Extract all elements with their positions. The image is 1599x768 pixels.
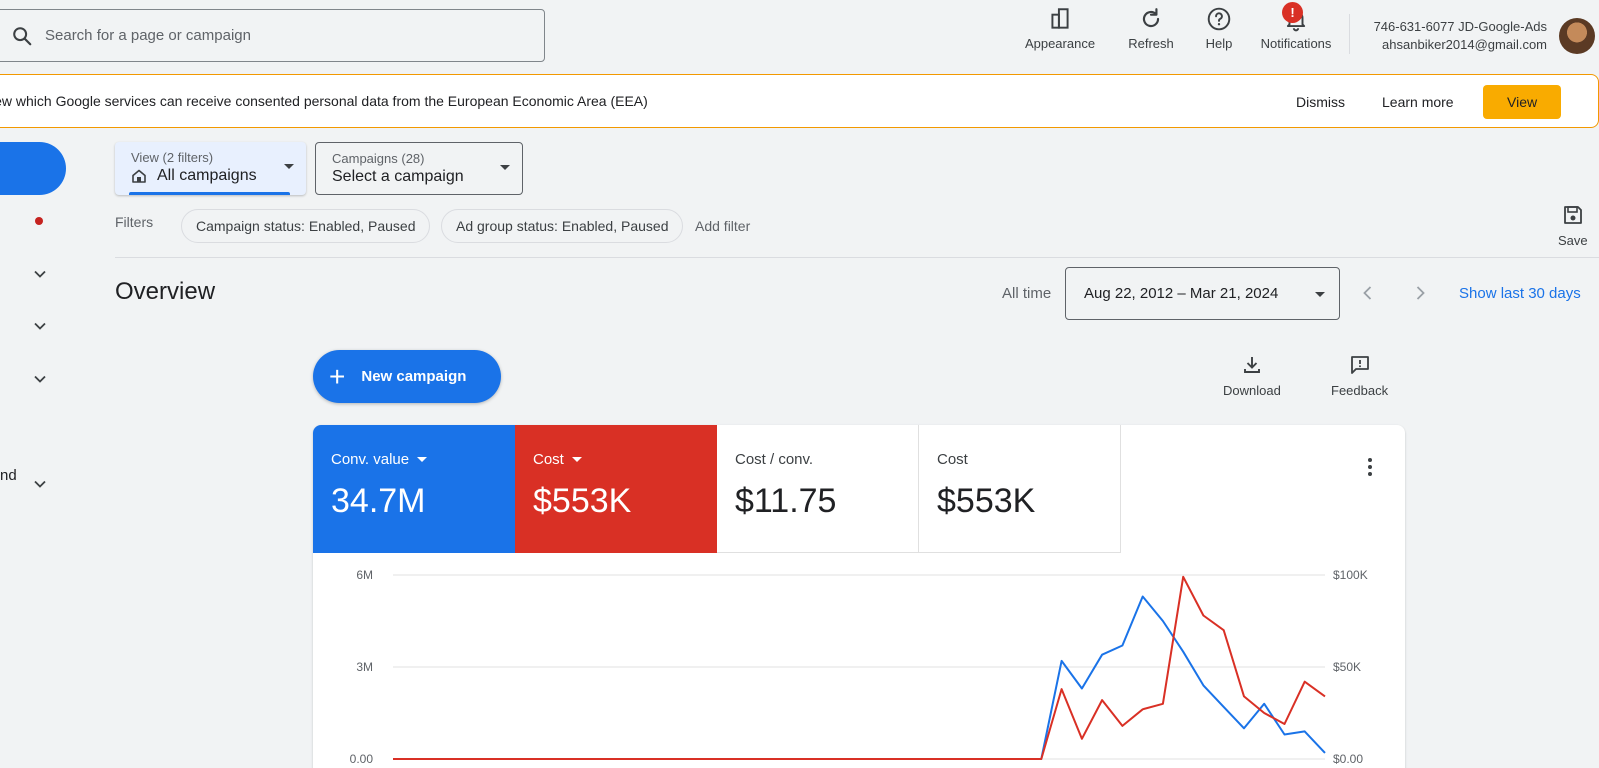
header-divider [1349, 14, 1350, 54]
y-right-tick-label: $50K [1333, 660, 1361, 674]
y-right-tick-label: $0.00 [1333, 752, 1363, 766]
plus-icon: + [329, 360, 346, 392]
page-title: Overview [115, 278, 216, 305]
avatar[interactable] [1559, 18, 1595, 54]
view-filter-value: All campaigns [157, 167, 257, 184]
show-last-30-days-link[interactable]: Show last 30 days [1459, 285, 1581, 302]
range-label: All time [1002, 285, 1052, 302]
date-range-picker[interactable]: Aug 22, 2012 – Mar 21, 2024 [1065, 267, 1340, 320]
metric-label: Conv. value [331, 451, 410, 468]
new-campaign-button[interactable]: + New campaign [313, 350, 501, 403]
eea-consent-banner: iew which Google services can receive co… [0, 74, 1599, 128]
campaign-filter-dropdown[interactable]: Campaigns (28) Select a campaign [315, 142, 523, 195]
chevron-down-icon[interactable] [33, 267, 47, 281]
chevron-down-icon[interactable] [33, 372, 47, 386]
download-label: Download [1223, 383, 1281, 398]
banner-text: iew which Google services can receive co… [0, 93, 648, 109]
performance-card: Conv. value 34.7M Cost $553K Cost / conv… [313, 425, 1405, 768]
chevron-down-icon[interactable] [33, 477, 47, 491]
y-right-tick-label: $100K [1333, 568, 1368, 582]
home-icon [132, 169, 146, 183]
dismiss-button[interactable]: Dismiss [1296, 85, 1345, 119]
filters-label: Filters [115, 214, 154, 230]
download-button[interactable]: Download [1223, 353, 1281, 398]
appearance-icon [1051, 8, 1069, 29]
dropdown-caret-icon [284, 164, 294, 169]
more-options-icon[interactable] [1368, 455, 1374, 479]
filter-chip-campaign-status[interactable]: Campaign status: Enabled, Paused [181, 209, 431, 243]
refresh-label: Refresh [1128, 36, 1174, 51]
learn-more-button[interactable]: Learn more [1382, 85, 1454, 119]
dropdown-caret-icon [500, 165, 510, 170]
help-label: Help [1205, 36, 1233, 51]
metric-label: Cost [937, 451, 968, 468]
campaign-filter-value: Select a campaign [332, 168, 464, 185]
feedback-label: Feedback [1331, 383, 1389, 398]
chevron-down-icon[interactable] [33, 319, 47, 333]
series-line-cost [393, 575, 1326, 760]
metric-label: Cost / conv. [735, 451, 814, 468]
metric-cost[interactable]: Cost $553K [515, 425, 717, 553]
nav-partial-label[interactable]: nd [0, 467, 17, 484]
add-filter-button[interactable]: Add filter [695, 218, 750, 234]
help-button[interactable]: Help [1194, 6, 1244, 58]
nav-item-active[interactable] [0, 142, 66, 195]
search-icon [13, 26, 32, 45]
view-button[interactable]: View [1483, 85, 1562, 119]
metric-label: Cost [533, 451, 564, 468]
campaign-filter-label: Campaigns (28) [332, 151, 425, 166]
view-filter-label: View (2 filters) [131, 150, 214, 165]
y-left-tick-label: 0.00 [350, 752, 374, 766]
notifications-button[interactable]: ! Notifications [1252, 2, 1340, 58]
refresh-button[interactable]: Refresh [1116, 6, 1186, 58]
performance-chart: 6M$100K3M$50K0.00$0.003rd quarter 20121s… [350, 568, 1368, 766]
metric-value: $553K [937, 482, 1036, 520]
save-icon [1563, 206, 1582, 224]
metric-value: 34.7M [331, 482, 426, 520]
dropdown-caret-icon [417, 457, 428, 462]
account-email: ahsanbiker2014@gmail.com [1382, 37, 1547, 52]
appearance-button[interactable]: Appearance [1016, 6, 1104, 58]
account-info[interactable]: 746-631-6077 JD-Google-Ads ahsanbiker201… [1374, 18, 1547, 54]
dropdown-caret-icon [571, 457, 582, 462]
search-input[interactable] [45, 27, 525, 44]
help-icon [1207, 7, 1231, 31]
refresh-icon [1142, 8, 1160, 28]
feedback-button[interactable]: Feedback [1331, 353, 1388, 398]
y-left-tick-label: 6M [356, 568, 373, 582]
dropdown-caret-icon [1315, 292, 1325, 297]
date-range-value: Aug 22, 2012 – Mar 21, 2024 [1084, 285, 1279, 302]
chevron-right-icon[interactable] [1410, 283, 1430, 303]
account-id: 746-631-6077 JD-Google-Ads [1373, 19, 1547, 34]
new-campaign-label: New campaign [361, 368, 467, 385]
appearance-label: Appearance [1024, 36, 1096, 51]
download-icon [1243, 357, 1260, 373]
save-label: Save [1558, 233, 1588, 248]
notification-badge: ! [1282, 2, 1303, 23]
view-filter-dropdown[interactable]: View (2 filters) All campaigns [115, 142, 306, 195]
search-box[interactable] [0, 9, 545, 62]
y-left-tick-label: 3M [356, 660, 373, 674]
metric-conv-value[interactable]: Conv. value 34.7M [313, 425, 515, 553]
notifications-label: Notifications [1260, 36, 1332, 51]
series-line-conv-value [393, 595, 1326, 760]
save-button[interactable]: Save [1558, 203, 1588, 248]
chevron-left-icon[interactable] [1358, 283, 1378, 303]
metric-cost-per-conv[interactable]: Cost / conv. $11.75 [717, 425, 919, 553]
nav-alert-dot [35, 217, 43, 225]
metric-value: $11.75 [735, 482, 837, 520]
metric-value: $553K [533, 482, 632, 520]
active-indicator [129, 192, 290, 195]
filter-chip-ad-group-status[interactable]: Ad group status: Enabled, Paused [441, 209, 684, 243]
metric-cost-secondary[interactable]: Cost $553K [919, 425, 1121, 553]
divider [115, 257, 1599, 258]
feedback-icon [1350, 356, 1369, 374]
